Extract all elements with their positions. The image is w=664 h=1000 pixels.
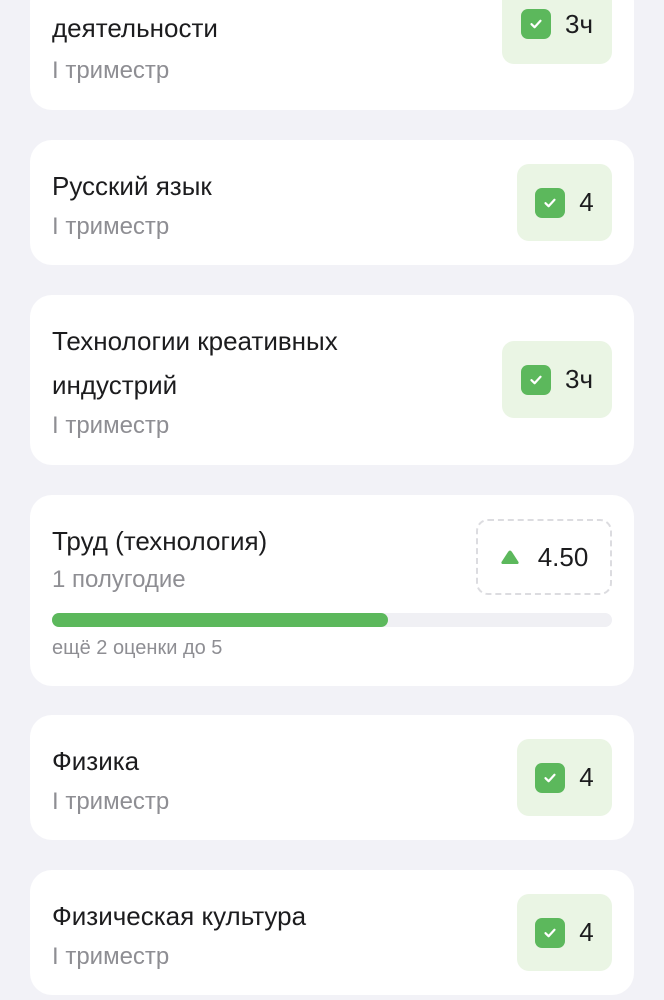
grade-value: 3ч (564, 364, 593, 394)
subject-period: I триместр (52, 412, 170, 439)
grade-value: 4 (579, 762, 594, 792)
subject-title: Русский язык (52, 171, 212, 201)
grade-badge[interactable]: 4 (517, 739, 612, 816)
subject-title: Труд (технология) (52, 526, 268, 556)
grade-badge[interactable]: 3ч (502, 341, 612, 418)
grade-value: 3ч (564, 8, 593, 39)
progress-hint: ещё 2 оценки до 5 (52, 637, 223, 659)
subject-title: Физическая культура (52, 901, 307, 931)
subject-period: 1 полугодие (52, 566, 186, 593)
check-square-icon (535, 917, 566, 948)
check-square-icon (535, 187, 566, 218)
subject-period: I триместр (52, 57, 170, 84)
subject-title: деятельности (52, 13, 218, 43)
subject-card[interactable]: Русский язык I триместр 4 (30, 140, 634, 265)
check-square-icon (535, 762, 566, 793)
grade-value: 4 (579, 917, 594, 947)
progress-fill (52, 613, 388, 627)
grade-badge[interactable]: 4 (517, 894, 612, 971)
triangle-up-icon (500, 549, 520, 565)
subject-card[interactable]: Физика I триместр 4 (30, 715, 634, 840)
subject-title-line1: Технологии креативных (52, 326, 338, 356)
subject-title-line2: индустрий (52, 370, 178, 400)
subject-card[interactable]: деятельности I триместр 3ч (30, 0, 634, 110)
subject-title: Физика (52, 746, 140, 776)
grade-badge[interactable]: 4 (517, 164, 612, 241)
subject-card[interactable]: Физическая культура I триместр 4 (30, 870, 634, 995)
subject-period: I триместр (52, 788, 170, 815)
subject-period: I триместр (52, 943, 170, 970)
subject-card[interactable]: Технологии креативных индустрий I тримес… (30, 295, 634, 465)
average-grade-badge[interactable]: 4.50 (476, 519, 612, 595)
check-square-icon (520, 364, 551, 395)
grade-badge[interactable]: 3ч (502, 0, 612, 64)
subject-period: I триместр (52, 213, 170, 240)
check-square-icon (520, 9, 551, 39)
subject-card[interactable]: Труд (технология) 1 полугодие 4.50 ещё 2… (30, 495, 634, 686)
progress-bar (52, 613, 612, 627)
average-value: 4.50 (537, 541, 589, 572)
grade-value: 4 (579, 187, 594, 217)
